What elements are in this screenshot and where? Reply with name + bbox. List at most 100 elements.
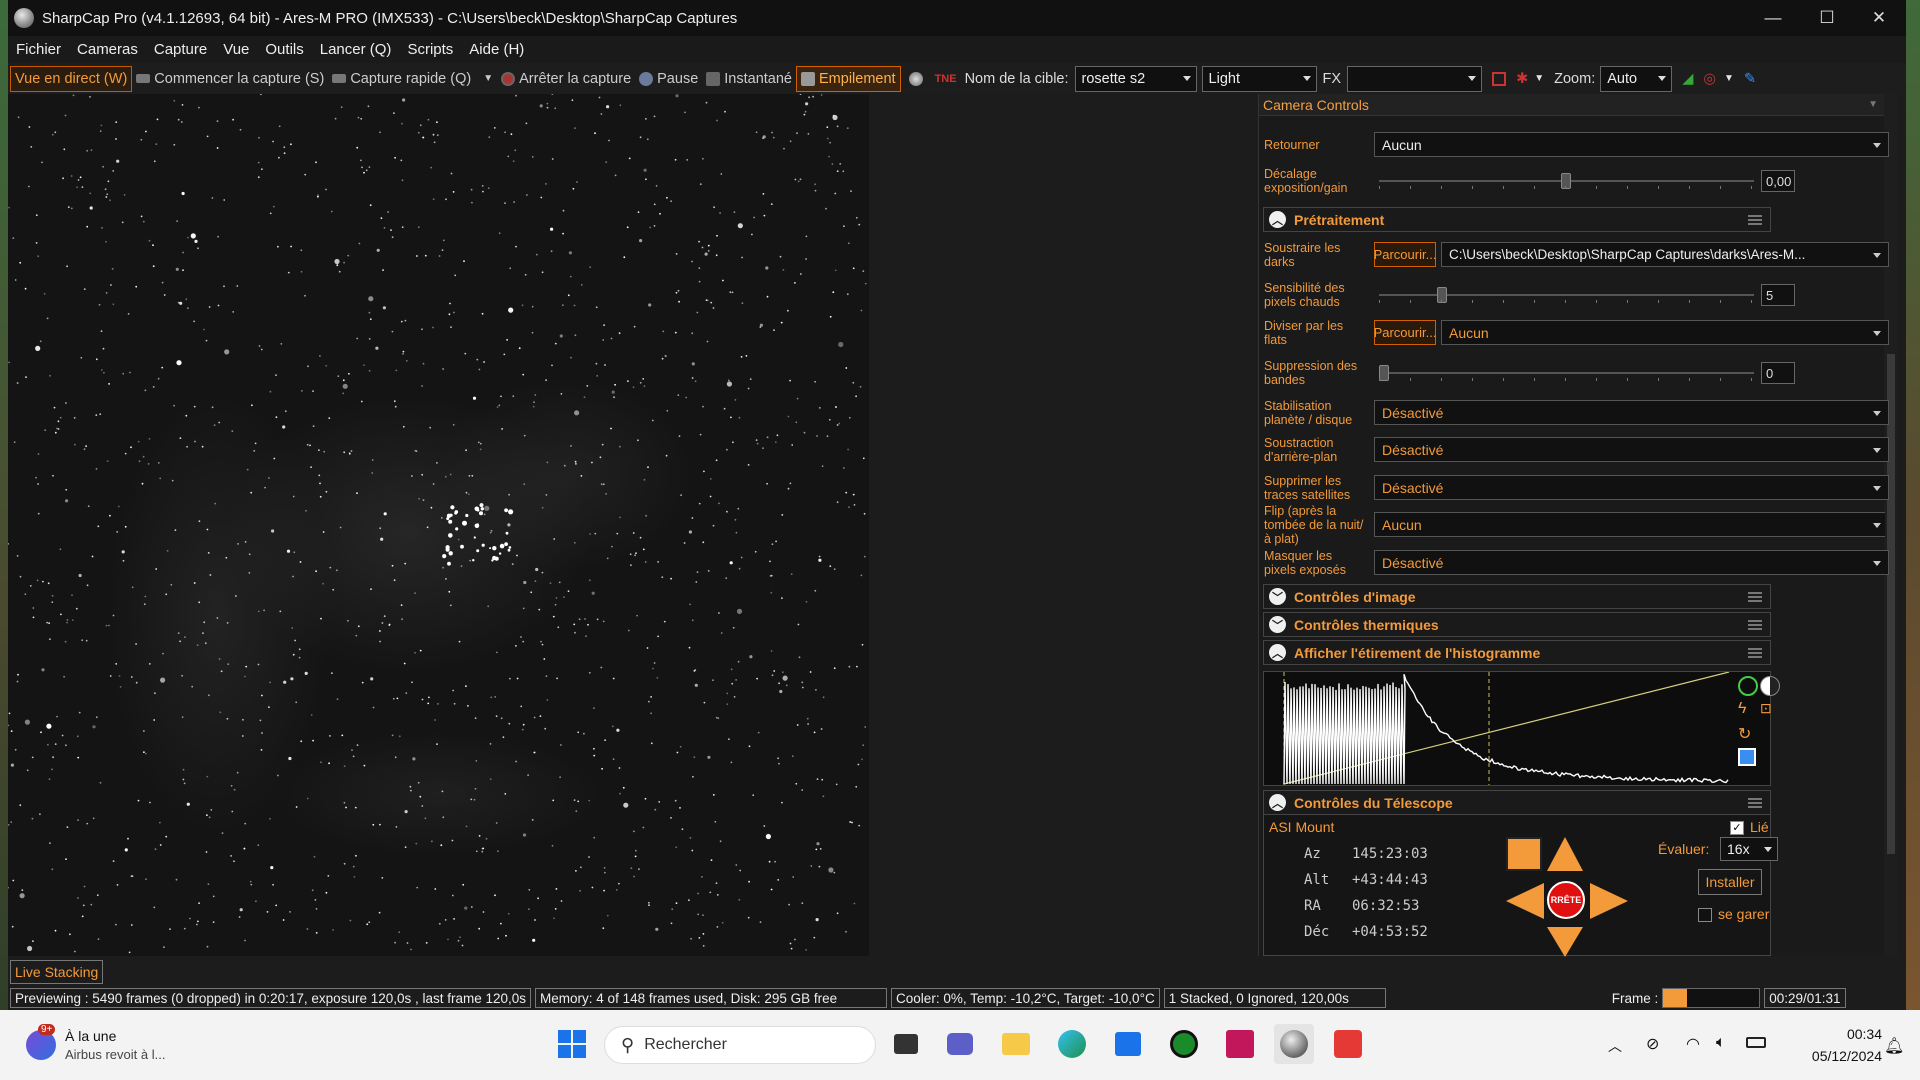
menu-scripts[interactable]: Scripts	[399, 41, 461, 58]
astro-app-icon[interactable]	[1220, 1024, 1260, 1064]
chevron-up-icon[interactable]: ︿	[1608, 1036, 1622, 1056]
maximize-button[interactable]: ☐	[1800, 0, 1854, 36]
menu-lancer[interactable]: Lancer (Q)	[312, 41, 400, 58]
clock-time[interactable]: 00:34	[1812, 1026, 1882, 1042]
edge-icon[interactable]	[1052, 1024, 1092, 1064]
clock-date[interactable]: 05/12/2024	[1802, 1048, 1882, 1064]
arrow-down-icon[interactable]	[1547, 927, 1583, 957]
rate-select[interactable]: 16x	[1720, 837, 1778, 861]
flats-select[interactable]: Aucun	[1441, 320, 1889, 345]
save-icon[interactable]	[1738, 748, 1756, 766]
contrast-icon[interactable]	[1760, 676, 1780, 696]
stab-select[interactable]: Désactivé	[1374, 400, 1889, 425]
bandes-slider[interactable]	[1379, 365, 1754, 381]
start-capture-button[interactable]: Commencer la capture (S)	[132, 66, 328, 92]
chevron-up-icon[interactable]: ︿	[1269, 794, 1286, 811]
flats-browse-button[interactable]: Parcourir...	[1374, 320, 1436, 345]
arrow-right-icon[interactable]	[1590, 883, 1628, 919]
arrow-up-icon[interactable]	[1547, 837, 1583, 871]
stop-capture-button[interactable]: Arrêter la capture	[497, 66, 635, 92]
battery-icon[interactable]	[1746, 1037, 1766, 1048]
sphere-icon[interactable]	[908, 71, 923, 86]
zoom-select[interactable]: Auto	[1600, 65, 1673, 92]
sat-select[interactable]: Désactivé	[1374, 475, 1889, 500]
chevron-down-icon[interactable]: ▼	[1534, 73, 1544, 84]
phd2-icon[interactable]	[1164, 1024, 1204, 1064]
scrollbar-thumb[interactable]	[1887, 354, 1895, 854]
hotpix-slider[interactable]	[1379, 287, 1754, 303]
store-icon[interactable]	[1108, 1024, 1148, 1064]
astro-image[interactable]	[8, 94, 869, 956]
menu-icon[interactable]	[1748, 215, 1762, 225]
menu-icon[interactable]	[1748, 798, 1762, 808]
install-button[interactable]: Installer	[1698, 869, 1762, 895]
teams-icon[interactable]	[940, 1024, 980, 1064]
chevron-down-icon[interactable]: ﹀	[1269, 588, 1286, 605]
menu-capture[interactable]: Capture	[146, 41, 215, 58]
reset-icon[interactable]: ↻	[1738, 724, 1751, 744]
snapshot-button[interactable]: Instantané	[702, 66, 796, 92]
menu-aide[interactable]: Aide (H)	[461, 41, 532, 58]
decalage-value[interactable]: 0,00	[1761, 170, 1795, 192]
network-off-icon[interactable]: ⊘	[1646, 1034, 1659, 1054]
news-widget[interactable]: 9+ À la une Airbus revoit à l...	[22, 1024, 192, 1066]
wifi-icon[interactable]: ◠	[1686, 1034, 1700, 1054]
roi-icon[interactable]	[1492, 71, 1507, 86]
pause-button[interactable]: Pause	[635, 66, 702, 92]
chevron-up-icon[interactable]: ︿	[1269, 211, 1286, 228]
telescope-section[interactable]: ︿ Contrôles du Télescope	[1263, 790, 1771, 815]
park-checkbox[interactable]	[1698, 908, 1712, 922]
decalage-slider[interactable]	[1379, 173, 1754, 189]
auto-stretch-icon[interactable]: ϟ	[1738, 700, 1746, 718]
file-explorer-icon[interactable]	[996, 1024, 1036, 1064]
stacking-button[interactable]: Empilement	[796, 65, 901, 92]
pretraitement-section[interactable]: ︿ Prétraitement	[1263, 207, 1771, 232]
crosshair-icon[interactable]: ✱	[1516, 71, 1528, 87]
bandes-value[interactable]: 0	[1761, 362, 1795, 384]
menu-vue[interactable]: Vue	[215, 41, 257, 58]
power-icon[interactable]	[1738, 676, 1758, 696]
arrow-left-icon[interactable]	[1506, 883, 1544, 919]
slider-knob[interactable]	[1379, 365, 1389, 381]
mask-select[interactable]: Désactivé	[1374, 550, 1889, 575]
slider-knob[interactable]	[1561, 173, 1571, 189]
lock-icon[interactable]: ⊡	[1760, 700, 1772, 717]
chevron-down-icon[interactable]: ﹀	[1269, 616, 1286, 633]
quick-capture-button[interactable]: Capture rapide (Q) ▼	[328, 66, 497, 92]
fx-select[interactable]	[1347, 65, 1483, 92]
tool-icon[interactable]: ✎	[1744, 71, 1756, 87]
task-view-icon[interactable]	[886, 1024, 926, 1064]
menu-fichier[interactable]: Fichier	[8, 41, 69, 58]
anydesk-icon[interactable]	[1328, 1024, 1368, 1064]
image-viewer[interactable]	[8, 94, 1248, 956]
histogram-icon[interactable]: ◢	[1682, 71, 1693, 87]
stop-button[interactable]: RRÊTE	[1547, 881, 1585, 919]
sharpcap-taskbar-icon[interactable]	[1274, 1024, 1314, 1064]
volume-icon[interactable]: 🔈︎	[1716, 1034, 1726, 1052]
linked-checkbox[interactable]: ✓	[1730, 821, 1744, 835]
frame-type-select[interactable]: Light	[1201, 65, 1317, 92]
focus-icon[interactable]: ◎	[1703, 71, 1716, 87]
chevron-up-icon[interactable]: ︿	[1269, 644, 1286, 661]
panel-pin-icon[interactable]: ▼	[1868, 99, 1878, 110]
darks-browse-button[interactable]: Parcourir...	[1374, 242, 1436, 267]
slider-knob[interactable]	[1437, 287, 1447, 303]
menu-cameras[interactable]: Cameras	[69, 41, 146, 58]
bg-select[interactable]: Désactivé	[1374, 437, 1889, 462]
thermal-controls-section[interactable]: ﹀ Contrôles thermiques	[1263, 612, 1771, 637]
hotpix-value[interactable]: 5	[1761, 284, 1795, 306]
menu-icon[interactable]	[1748, 648, 1762, 658]
retourner-select[interactable]: Aucun	[1374, 132, 1889, 157]
flip-select[interactable]: Aucun	[1374, 512, 1885, 537]
darks-select[interactable]: C:\Users\beck\Desktop\SharpCap Captures\…	[1441, 242, 1889, 267]
live-view-button[interactable]: Vue en direct (W)	[10, 65, 133, 92]
start-button[interactable]	[552, 1024, 592, 1064]
close-button[interactable]: ✕	[1852, 0, 1906, 36]
histogram-display[interactable]: ϟ ⊡ ↻	[1263, 671, 1780, 786]
target-select[interactable]: rosette s2	[1074, 65, 1197, 92]
menu-icon[interactable]	[1748, 620, 1762, 630]
notification-icon[interactable]: 🔔︎	[1884, 1036, 1904, 1056]
chevron-down-icon[interactable]: ▼	[1724, 73, 1734, 84]
menu-outils[interactable]: Outils	[257, 41, 311, 58]
live-stacking-tab[interactable]: Live Stacking	[10, 960, 104, 984]
